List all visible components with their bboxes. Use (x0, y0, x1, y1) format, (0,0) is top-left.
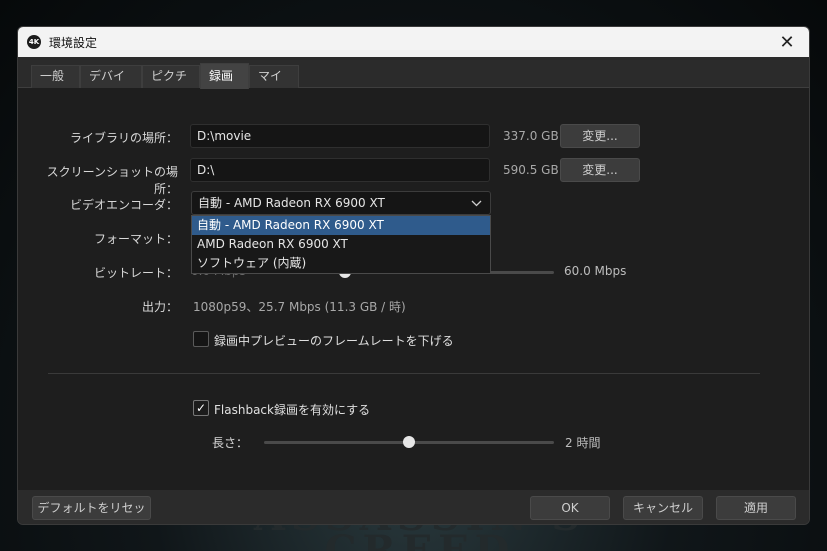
flashback-label: Flashback録画を有効にする (214, 403, 371, 417)
tab-general[interactable]: 一般 (31, 65, 80, 88)
title-bar: 4K 環境設定 ✕ (18, 27, 809, 57)
tab-recording[interactable]: 録画 (200, 63, 249, 89)
flashback-length-slider-thumb[interactable] (403, 436, 415, 448)
bitrate-max-value: 60.0 Mbps (564, 264, 627, 278)
tab-bar: 一般 デバイス ピクチャ 録画 マイク (18, 57, 809, 104)
format-label: フォーマット： (93, 232, 178, 246)
app-icon: 4K (27, 35, 41, 49)
library-path-field[interactable]: D:\movie (190, 124, 490, 148)
tab-picture[interactable]: ピクチャ (142, 65, 200, 104)
window-title: 環境設定 (49, 35, 98, 50)
video-encoder-dropdown: 自動 - AMD Radeon RX 6900 XT AMD Radeon RX… (191, 215, 491, 274)
screenshot-path-field[interactable]: D:\ (190, 158, 490, 182)
output-value: 1080p59、25.7 Mbps (11.3 GB / 時) (193, 300, 406, 314)
library-free-space: 337.0 GB (503, 129, 559, 143)
video-encoder-label: ビデオエンコーダ： (69, 198, 178, 212)
output-label: 出力： (141, 300, 178, 314)
encoder-option-amd[interactable]: AMD Radeon RX 6900 XT (192, 235, 490, 254)
tab-devices[interactable]: デバイス (80, 65, 142, 104)
recording-settings-panel: ライブラリの場所： D:\movie 337.0 GB 変更... スクリーンシ… (18, 89, 809, 491)
apply-button[interactable]: 適用 (716, 496, 796, 520)
video-encoder-selected: 自動 - AMD Radeon RX 6900 XT (198, 196, 385, 210)
lower-framerate-checkbox[interactable] (193, 331, 209, 347)
lower-framerate-label: 録画中プレビューのフレームレートを下げる (214, 334, 454, 348)
reset-defaults-button[interactable]: デフォルトをリセット (32, 496, 151, 524)
library-location-label: ライブラリの場所： (69, 131, 178, 145)
section-divider (48, 373, 760, 374)
tab-microphone[interactable]: マイク (249, 65, 299, 104)
encoder-option-auto[interactable]: 自動 - AMD Radeon RX 6900 XT (192, 216, 490, 235)
close-button[interactable]: ✕ (765, 27, 809, 57)
screenshot-change-button[interactable]: 変更... (560, 158, 640, 182)
flashback-length-label: 長さ： (211, 436, 248, 450)
ok-button[interactable]: OK (530, 496, 610, 520)
flashback-checkbox[interactable]: ✓ (193, 400, 209, 416)
settings-window: 4K 環境設定 ✕ 一般 デバイス ピクチャ 録画 マイク ライブラリの場所： … (17, 26, 810, 525)
flashback-length-value: 2 時間 (565, 436, 601, 450)
screenshot-free-space: 590.5 GB (503, 163, 559, 177)
cancel-button[interactable]: キャンセル (623, 496, 703, 520)
bitrate-label: ビットレート： (93, 266, 178, 280)
encoder-option-software[interactable]: ソフトウェア (内蔵) (192, 254, 490, 273)
video-encoder-select[interactable]: 自動 - AMD Radeon RX 6900 XT (191, 191, 491, 215)
footer-bar: デフォルトをリセット OK キャンセル 適用 (18, 490, 809, 524)
screenshot-location-label: スクリーンショットの場所： (46, 165, 178, 196)
library-change-button[interactable]: 変更... (560, 124, 640, 148)
